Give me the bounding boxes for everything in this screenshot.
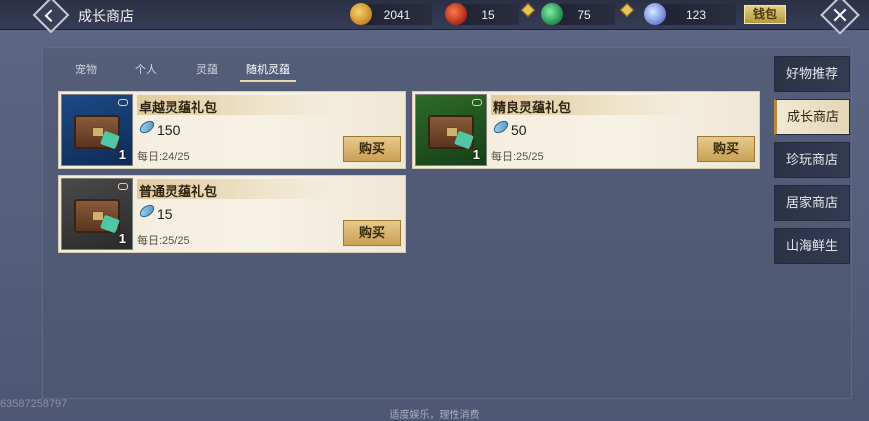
tab-lingyun[interactable]: 灵蕴	[179, 60, 235, 84]
item-quantity: 1	[472, 147, 480, 162]
item-price: 50	[511, 122, 527, 138]
item-name: 普通灵蕴礼包	[139, 184, 218, 199]
wallet-button[interactable]: 钱包	[744, 5, 786, 24]
item-thumbnail: 1	[415, 94, 487, 166]
page-title: 成长商店	[78, 8, 134, 24]
tab-random-lingyun[interactable]: 随机灵蕴	[240, 60, 296, 84]
resource-gold: 2041	[350, 3, 432, 25]
buy-button[interactable]: 购买	[343, 136, 401, 162]
daily-limit: 每日:24/25	[137, 151, 190, 163]
item-quantity: 1	[118, 147, 126, 162]
add-jade-icon[interactable]	[619, 2, 635, 18]
item-thumbnail: 1	[61, 178, 133, 250]
crystal-currency-icon	[491, 118, 511, 136]
item-thumbnail: 1	[61, 94, 133, 166]
tab-personal[interactable]: 个人	[118, 60, 174, 84]
item-card-excellent[interactable]: 1 卓越灵蕴礼包 150 每日:24/25 购买	[58, 91, 406, 169]
item-name: 卓越灵蕴礼包	[139, 100, 218, 115]
crystal-currency-icon	[137, 202, 157, 220]
tab-pet[interactable]: 宠物	[58, 60, 114, 84]
back-button[interactable]	[32, 0, 70, 34]
nav-treasure-shop[interactable]: 珍玩商店	[774, 142, 850, 178]
resource-red-token: 15	[445, 3, 519, 25]
buy-button[interactable]: 购买	[697, 136, 755, 162]
top-bar: 成长商店 2041 15 75 123 钱包	[0, 0, 869, 35]
item-name: 精良灵蕴礼包	[493, 100, 572, 115]
buy-button[interactable]: 购买	[343, 220, 401, 246]
daily-limit: 每日:25/25	[491, 151, 544, 163]
link-icon	[472, 99, 482, 106]
item-price: 15	[157, 206, 173, 222]
chest-icon	[74, 115, 120, 149]
nav-seafood-fresh[interactable]: 山海鲜生	[774, 228, 850, 264]
item-card-fine[interactable]: 1 精良灵蕴礼包 50 每日:25/25 购买	[412, 91, 760, 169]
nav-home-shop[interactable]: 居家商店	[774, 185, 850, 221]
nav-recommended[interactable]: 好物推荐	[774, 56, 850, 92]
footer-note: 适度娱乐，理性消费	[389, 410, 480, 421]
nav-growth-shop[interactable]: 成长商店	[774, 99, 850, 135]
resource-jade: 75	[541, 3, 615, 25]
crystal-currency-icon	[137, 118, 157, 136]
link-icon	[118, 99, 128, 106]
chest-icon	[428, 115, 474, 149]
item-price: 150	[157, 122, 181, 138]
link-icon	[118, 183, 128, 190]
close-button[interactable]	[820, 0, 860, 35]
resource-crystal: 123	[644, 3, 736, 25]
add-red-token-icon[interactable]	[520, 2, 536, 18]
chest-icon	[74, 199, 120, 233]
item-quantity: 1	[118, 231, 126, 246]
daily-limit: 每日:25/25	[137, 235, 190, 247]
item-card-common[interactable]: 1 普通灵蕴礼包 15 每日:25/25 购买	[58, 175, 406, 253]
